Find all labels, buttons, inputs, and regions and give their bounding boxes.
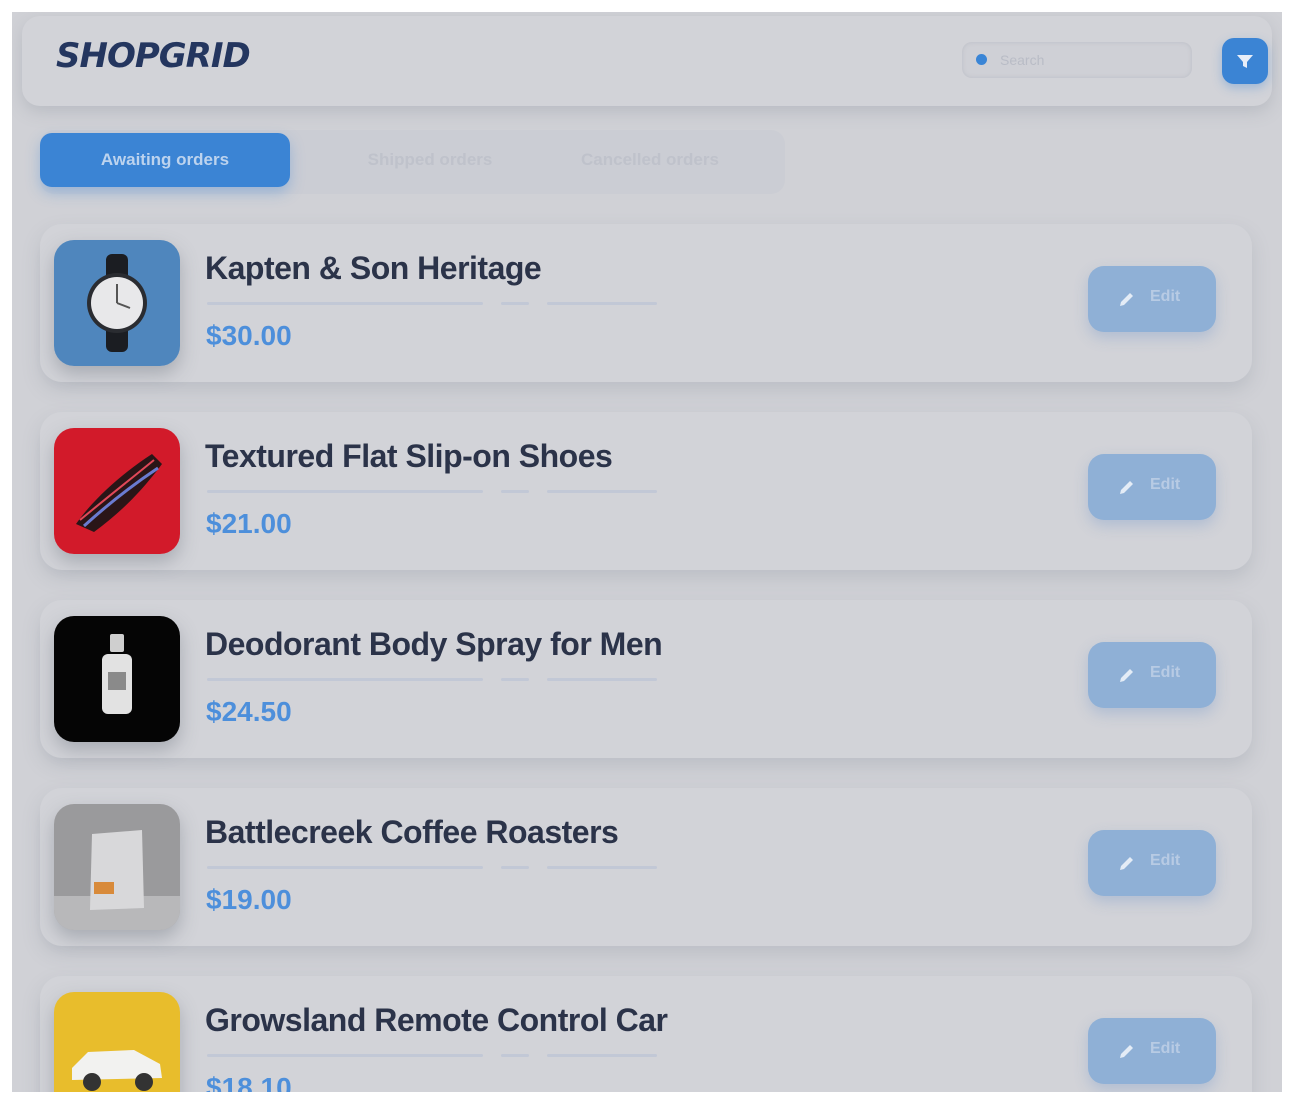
product-price: $19.00 [206, 884, 292, 915]
pencil-icon [1120, 857, 1133, 870]
product-price: $18.10 [206, 1072, 292, 1092]
edit-button[interactable]: Edit [1088, 830, 1216, 896]
product-title: Battlecreek Coffee Roasters [205, 814, 619, 850]
edit-button[interactable]: Edit [1088, 1018, 1216, 1084]
coffee-bag-image [54, 804, 180, 930]
edit-label: Edit [1150, 288, 1181, 305]
order-card: Deodorant Body Spray for Men $24.50 Edit [40, 600, 1252, 758]
watch-image [54, 240, 180, 366]
tab-shipped-orders[interactable]: Shipped orders [340, 133, 520, 187]
product-title: Deodorant Body Spray for Men [205, 626, 663, 662]
product-price: $21.00 [206, 508, 292, 539]
order-card: Battlecreek Coffee Roasters $19.00 Edit [40, 788, 1252, 946]
pencil-icon [1120, 669, 1133, 682]
app-frame: SHOPGRID Awaiting orders Shipped orders … [12, 12, 1282, 1092]
shoe-image [54, 428, 180, 554]
edit-button[interactable]: Edit [1088, 642, 1216, 708]
filter-icon [1237, 55, 1253, 68]
edit-button[interactable]: Edit [1088, 454, 1216, 520]
product-title: Textured Flat Slip-on Shoes [205, 438, 613, 474]
edit-label: Edit [1150, 852, 1181, 869]
top-bar: SHOPGRID [22, 16, 1272, 106]
product-title: Growsland Remote Control Car [205, 1002, 668, 1038]
deodorant-image [54, 616, 180, 742]
search-icon [976, 54, 987, 65]
search-box[interactable] [962, 42, 1192, 78]
edit-label: Edit [1150, 1040, 1181, 1057]
product-price: $30.00 [206, 320, 292, 351]
edit-label: Edit [1150, 664, 1181, 681]
edit-label: Edit [1150, 476, 1181, 493]
tab-cancelled-orders[interactable]: Cancelled orders [550, 133, 750, 187]
logo: SHOPGRID [56, 36, 251, 76]
order-card: Kapten & Son Heritage $30.00 Edit [40, 224, 1252, 382]
pencil-icon [1120, 293, 1133, 306]
toy-car-image [54, 992, 180, 1092]
edit-button[interactable]: Edit [1088, 266, 1216, 332]
tab-awaiting-orders[interactable]: Awaiting orders [40, 133, 290, 187]
product-title: Kapten & Son Heritage [205, 250, 542, 286]
filter-button[interactable] [1222, 38, 1268, 84]
order-tabs: Awaiting orders Shipped orders Cancelled… [40, 130, 785, 194]
pencil-icon [1120, 1045, 1133, 1058]
product-price: $24.50 [206, 696, 292, 727]
pencil-icon [1120, 481, 1133, 494]
order-card: Textured Flat Slip-on Shoes $21.00 Edit [40, 412, 1252, 570]
search-input[interactable] [1000, 52, 1170, 68]
order-card: Growsland Remote Control Car $18.10 Edit [40, 976, 1252, 1092]
